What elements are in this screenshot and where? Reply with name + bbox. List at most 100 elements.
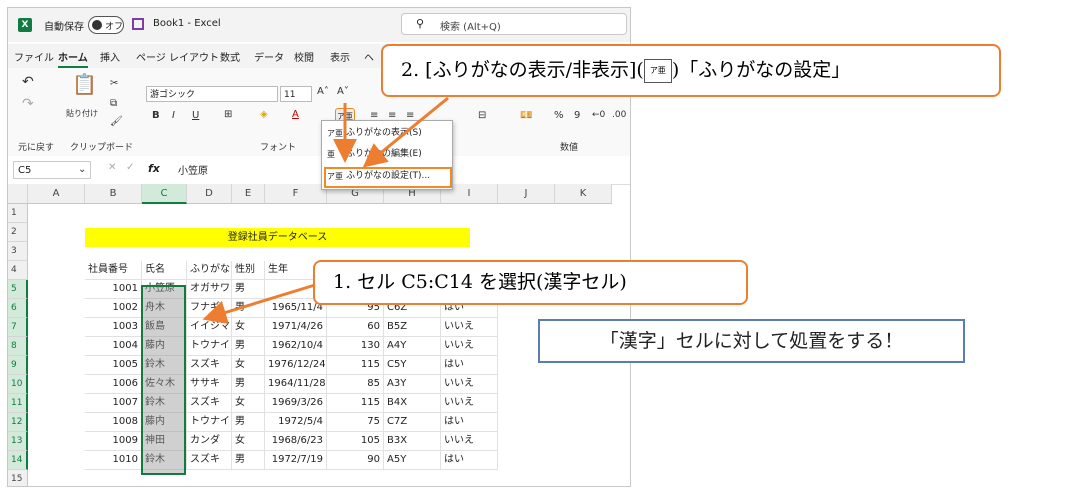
table-cell[interactable]: 1964/11/28 [265, 375, 327, 394]
column-title[interactable]: 社員番号 [85, 261, 142, 280]
column-header[interactable]: C [142, 184, 187, 204]
column-header[interactable]: E [232, 184, 265, 204]
menu-item-edit-furigana[interactable]: 亜 ふりがなの編集(E) [322, 144, 450, 164]
tab-formulas[interactable]: 数式 [220, 49, 240, 64]
table-cell[interactable]: 1976/12/24 [265, 356, 327, 375]
column-title[interactable]: 氏名 [142, 261, 187, 280]
column-title[interactable]: ふりがな [187, 261, 232, 280]
row-header[interactable]: 12 [8, 413, 28, 432]
fill-color-icon[interactable]: ◈ [260, 109, 268, 120]
table-cell[interactable]: 男 [232, 451, 265, 470]
shrink-font-button[interactable]: A˅ [337, 86, 349, 97]
merge-icon[interactable]: ⊟ [478, 110, 486, 121]
cancel-icon[interactable]: ✕ [108, 162, 116, 173]
table-cell[interactable]: 男 [232, 375, 265, 394]
table-cell[interactable]: 1009 [85, 432, 142, 451]
row-header[interactable]: 10 [8, 375, 28, 394]
row-header[interactable]: 6 [8, 299, 28, 318]
row-header[interactable]: 13 [8, 432, 28, 451]
table-cell[interactable]: いいえ [441, 432, 498, 451]
table-cell[interactable]: 1969/3/26 [265, 394, 327, 413]
table-cell[interactable]: 1002 [85, 299, 142, 318]
table-cell[interactable]: 60 [327, 318, 384, 337]
table-cell[interactable]: オガサワラ [187, 280, 232, 299]
table-cell[interactable]: 1003 [85, 318, 142, 337]
save-icon[interactable] [132, 18, 144, 30]
paste-icon[interactable]: 📋 [72, 72, 97, 96]
tab-review[interactable]: 校閲 [294, 49, 314, 64]
table-cell[interactable]: 1971/4/26 [265, 318, 327, 337]
grow-font-button[interactable]: A˄ [317, 86, 329, 97]
autosave-toggle[interactable]: オフ [88, 16, 124, 34]
table-cell[interactable]: C7Z [384, 413, 441, 432]
column-title[interactable]: 性別 [232, 261, 265, 280]
table-cell[interactable]: はい [441, 451, 498, 470]
table-cell[interactable]: 女 [232, 318, 265, 337]
row-header[interactable]: 3 [8, 242, 28, 261]
table-cell[interactable]: A3Y [384, 375, 441, 394]
worksheet-grid[interactable]: A B C D E F G H I J K 1 2 3 4 5 6 7 8 9 10 11 12 13 14 15 社員番号 氏名 ふり… [8, 184, 630, 486]
table-cell[interactable]: いいえ [441, 337, 498, 356]
table-cell[interactable]: 1972/5/4 [265, 413, 327, 432]
sheet-title[interactable]: 登録社員データベース [85, 228, 470, 247]
row-header[interactable]: 2 [8, 223, 28, 242]
table-cell[interactable]: 1004 [85, 337, 142, 356]
tab-help[interactable]: ヘ [364, 49, 374, 64]
format-painter-icon[interactable]: 🖌 [110, 116, 123, 127]
table-cell[interactable]: カンダ [187, 432, 232, 451]
table-cell[interactable]: 男 [232, 280, 265, 299]
increase-decimal-icon[interactable]: ←0 [592, 110, 605, 120]
row-header[interactable]: 14 [8, 451, 28, 470]
table-cell[interactable]: フナギ [187, 299, 232, 318]
table-cell[interactable]: トウナイ [187, 337, 232, 356]
column-header[interactable]: D [187, 184, 232, 204]
currency-icon[interactable]: 💴 [520, 110, 532, 121]
table-cell[interactable]: 女 [232, 394, 265, 413]
table-cell[interactable]: スズキ [187, 394, 232, 413]
table-cell[interactable]: 75 [327, 413, 384, 432]
table-cell[interactable]: 男 [232, 299, 265, 318]
table-cell[interactable]: A4Y [384, 337, 441, 356]
tab-home[interactable]: ホーム [58, 49, 88, 68]
comma-button[interactable]: 9 [574, 110, 580, 121]
table-cell[interactable]: B4X [384, 394, 441, 413]
row-header[interactable]: 1 [8, 204, 28, 223]
row-header[interactable]: 8 [8, 337, 28, 356]
table-cell[interactable]: A5Y [384, 451, 441, 470]
tab-data[interactable]: データ [254, 49, 284, 64]
table-cell[interactable]: スズキ [187, 356, 232, 375]
decrease-decimal-icon[interactable]: .00 [612, 110, 626, 120]
table-cell[interactable]: 85 [327, 375, 384, 394]
bold-button[interactable]: B [152, 110, 160, 121]
column-header[interactable]: K [555, 184, 612, 204]
table-cell[interactable]: 130 [327, 337, 384, 356]
border-icon[interactable]: ⊞ [224, 109, 232, 120]
table-cell[interactable]: C5Y [384, 356, 441, 375]
menu-item-show-furigana[interactable]: ア亜 ふりがなの表示(S) [322, 123, 450, 143]
table-cell[interactable]: 男 [232, 337, 265, 356]
select-all-corner[interactable] [8, 184, 28, 204]
table-cell[interactable]: B3X [384, 432, 441, 451]
font-size-box[interactable]: 11 [280, 86, 312, 102]
search-box[interactable]: ⚲ 検索 (Alt+Q) [401, 13, 627, 35]
row-header[interactable]: 7 [8, 318, 28, 337]
table-cell[interactable]: トウナイ [187, 413, 232, 432]
redo-icon[interactable]: ↷ [22, 96, 34, 112]
undo-icon[interactable]: ↶ [22, 74, 34, 90]
row-header[interactable]: 15 [8, 470, 28, 486]
row-header[interactable]: 9 [8, 356, 28, 375]
table-cell[interactable]: 1001 [85, 280, 142, 299]
tab-page-layout[interactable]: ページ レイアウト [136, 49, 219, 64]
table-cell[interactable]: 105 [327, 432, 384, 451]
copy-icon[interactable]: ⧉ [110, 98, 117, 109]
italic-button[interactable]: I [172, 110, 175, 121]
table-cell[interactable]: スズキ [187, 451, 232, 470]
underline-button[interactable]: U [192, 110, 199, 121]
cut-icon[interactable]: ✂ [110, 78, 118, 89]
column-header[interactable]: B [85, 184, 142, 204]
font-color-icon[interactable]: A [292, 109, 299, 120]
table-cell[interactable]: 1962/10/4 [265, 337, 327, 356]
name-box-dropdown-icon[interactable]: ⌄ [78, 164, 86, 175]
table-cell[interactable]: 1005 [85, 356, 142, 375]
enter-icon[interactable]: ✓ [126, 162, 134, 173]
